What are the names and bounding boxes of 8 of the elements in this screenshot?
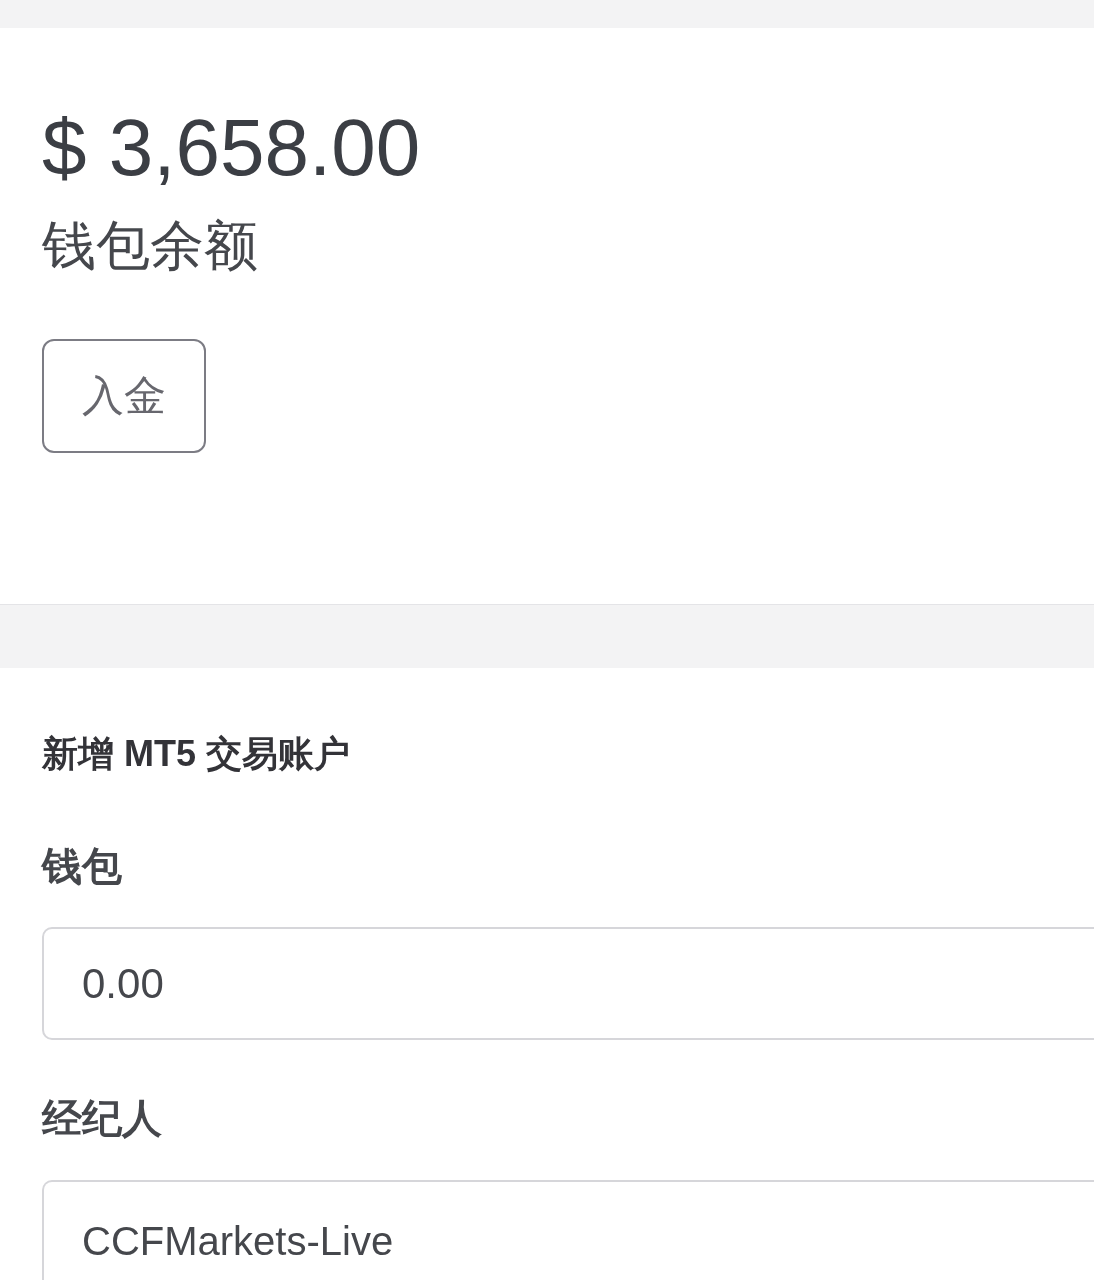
input-field[interactable]: 0.00 — [42, 927, 1094, 1040]
field-label: 钱包 — [42, 846, 122, 886]
balance-label: 钱包余额 — [42, 218, 258, 272]
field-label: 经纪人 — [42, 1098, 162, 1138]
input-field[interactable]: CCFMarkets-Live — [42, 1180, 1094, 1280]
deposit-button[interactable]: 入金 — [42, 339, 206, 453]
form-title: 新增 MT5 交易账户 — [42, 736, 350, 772]
balance-amount: $ 3,658.00 — [42, 108, 421, 188]
